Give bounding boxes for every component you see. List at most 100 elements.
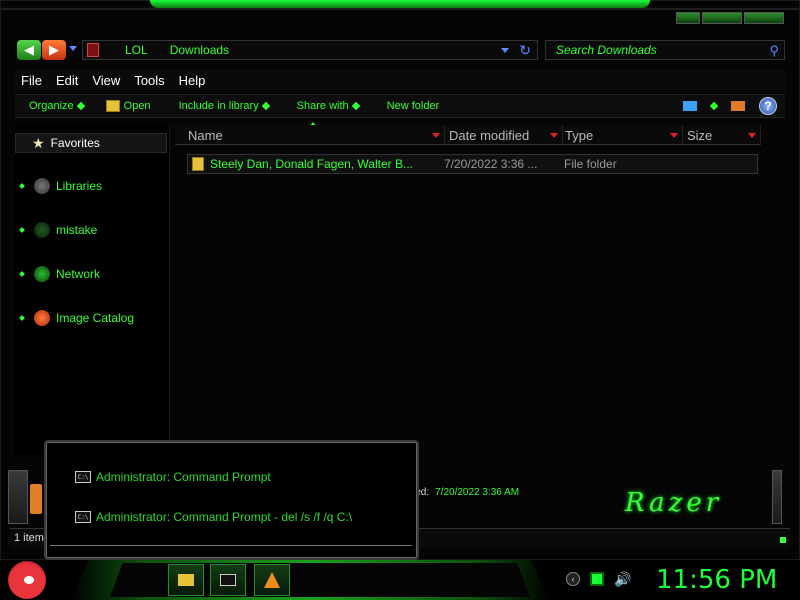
libraries-icon: [34, 178, 50, 194]
search-input[interactable]: Search Downloads ⚲: [545, 40, 785, 60]
window-controls: [676, 12, 784, 24]
command-prompt-icon: C:\: [75, 511, 91, 523]
popup-item-label: Administrator: Command Prompt: [96, 470, 271, 484]
preview-pane-icon[interactable]: [731, 101, 745, 111]
nav-item-image-catalog[interactable]: Image Catalog: [15, 310, 134, 326]
folder-icon: [192, 157, 204, 171]
star-icon: ★: [32, 134, 45, 151]
nav-item-label: Image Catalog: [56, 311, 135, 325]
system-tray: ‹ 🔊: [566, 572, 631, 586]
command-prompt-icon: [220, 574, 236, 586]
popup-item-label: Administrator: Command Prompt - del /s /…: [96, 510, 353, 524]
menu-file[interactable]: File: [21, 73, 42, 88]
details-folder-icon: [30, 484, 42, 514]
expand-icon[interactable]: [19, 183, 25, 189]
column-type-label: Type: [565, 128, 594, 143]
nav-buttons: ◀ ▶: [17, 40, 66, 60]
open-label: Open: [123, 100, 151, 112]
taskbar-thumbnail-popup: C:\ Administrator: Command Prompt C:\ Ad…: [44, 440, 419, 560]
popup-item-cmd-1[interactable]: C:\ Administrator: Command Prompt: [75, 470, 271, 484]
taskbar-vlc-button[interactable]: [254, 564, 290, 596]
dropdown-icon: [261, 101, 270, 111]
status-text: 1 item: [14, 532, 44, 544]
start-orb-icon: [24, 576, 34, 584]
command-bar: Organize Open Include in library Share w…: [15, 94, 785, 118]
share-with-button[interactable]: Share with: [297, 100, 360, 112]
help-icon[interactable]: ?: [759, 97, 777, 115]
search-placeholder: Search Downloads: [556, 43, 657, 57]
column-size[interactable]: Size: [683, 125, 761, 145]
back-button[interactable]: ◀: [17, 40, 41, 60]
command-prompt-icon: C:\: [75, 471, 91, 483]
taskbar-explorer-button[interactable]: [168, 564, 204, 596]
expand-icon[interactable]: [19, 271, 25, 277]
new-folder-button[interactable]: New folder: [387, 100, 440, 112]
taskbar-cmd-button[interactable]: [210, 564, 246, 596]
breadcrumb-downloads[interactable]: Downloads: [170, 43, 229, 57]
details-frame-right: [772, 470, 782, 524]
back-arrow-icon: ◀: [24, 42, 34, 57]
expand-icon[interactable]: [19, 227, 25, 233]
minimize-button[interactable]: [676, 12, 700, 24]
refresh-icon[interactable]: ↻: [519, 42, 531, 59]
menu-tools[interactable]: Tools: [134, 73, 164, 88]
file-date: 7/20/2022 3:36 ...: [444, 157, 538, 171]
menu-bar: File Edit View Tools Help: [15, 70, 785, 90]
column-date[interactable]: Date modified: [445, 125, 563, 145]
popup-item-cmd-2[interactable]: C:\ Administrator: Command Prompt - del …: [75, 510, 352, 524]
menu-edit[interactable]: Edit: [56, 73, 78, 88]
folder-icon: [178, 574, 194, 586]
include-in-library-button[interactable]: Include in library: [178, 100, 270, 112]
computer-icon: [34, 222, 50, 238]
expand-icon[interactable]: [19, 315, 25, 321]
menu-help[interactable]: Help: [179, 73, 206, 88]
resize-grip-icon[interactable]: [780, 537, 786, 543]
address-bar[interactable]: LOL Downloads ↻: [82, 40, 538, 60]
change-view-icon[interactable]: [683, 101, 697, 111]
vlc-icon: [264, 572, 280, 588]
view-options-icon[interactable]: [709, 101, 719, 111]
column-size-label: Size: [687, 128, 713, 143]
nav-item-label: Libraries: [56, 179, 103, 193]
file-row[interactable]: Steely Dan, Donald Fagen, Walter B... 7/…: [187, 154, 758, 174]
breadcrumb-lol[interactable]: LOL: [125, 43, 148, 57]
column-type[interactable]: Type: [563, 125, 683, 145]
recent-pages-dropdown[interactable]: [69, 46, 77, 51]
search-icon[interactable]: ⚲: [769, 43, 779, 59]
nav-item-mistake[interactable]: mistake: [15, 222, 97, 238]
menu-view[interactable]: View: [92, 73, 120, 88]
forward-button[interactable]: ▶: [42, 40, 66, 60]
navigation-pane: ★ Favorites Libraries mistake Network Im…: [15, 125, 170, 455]
favorites-label: Favorites: [50, 136, 100, 150]
column-headers: Name Date modified Type Size: [175, 125, 765, 145]
column-menu-icon[interactable]: [748, 133, 756, 138]
organize-button[interactable]: Organize: [29, 100, 85, 112]
volume-icon[interactable]: 🔊: [614, 572, 631, 586]
network-status-icon[interactable]: [590, 572, 604, 586]
address-dropdown-icon[interactable]: [501, 48, 509, 53]
details-modified: ified: 7/20/2022 3:36 AM: [408, 487, 519, 498]
network-icon: [34, 266, 50, 282]
column-menu-icon[interactable]: [550, 133, 558, 138]
nav-item-network[interactable]: Network: [15, 266, 100, 282]
column-menu-icon[interactable]: [670, 133, 678, 138]
open-button[interactable]: Open: [105, 100, 151, 112]
taskbar-clock[interactable]: 11:56 PM: [656, 565, 777, 595]
title-glow: [150, 0, 650, 8]
title-strip: [0, 8, 800, 10]
file-type: File folder: [564, 157, 617, 171]
forward-arrow-icon: ▶: [49, 42, 59, 57]
column-name[interactable]: Name: [175, 125, 445, 145]
show-hidden-icons-icon[interactable]: ‹: [566, 572, 580, 586]
folder-icon: [105, 100, 120, 112]
close-button[interactable]: [744, 12, 784, 24]
column-menu-icon[interactable]: [432, 133, 440, 138]
view-controls: ?: [683, 97, 777, 115]
new-folder-label: New folder: [386, 100, 440, 112]
nav-item-libraries[interactable]: Libraries: [15, 178, 102, 194]
nav-item-label: Network: [56, 267, 101, 281]
include-label: Include in library: [178, 100, 259, 112]
razer-logo: Razer: [625, 488, 723, 518]
favorites-header[interactable]: ★ Favorites: [15, 133, 167, 153]
maximize-button[interactable]: [702, 12, 742, 24]
